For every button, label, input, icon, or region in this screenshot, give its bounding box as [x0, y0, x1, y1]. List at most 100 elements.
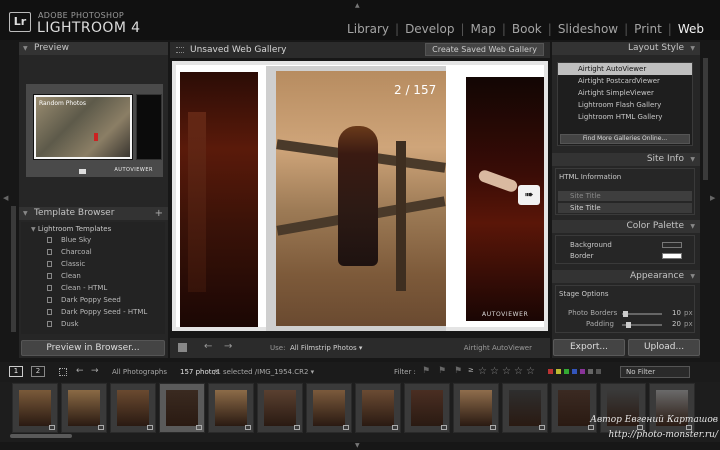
stop-icon[interactable] — [178, 343, 187, 352]
list-item[interactable]: Charcoal — [21, 246, 165, 258]
color-palette-header[interactable]: Color Palette ▼ — [552, 220, 700, 233]
star-icon[interactable]: ☆ — [526, 366, 535, 377]
star-icon[interactable]: ☆ — [478, 366, 487, 377]
filmstrip-thumbnail[interactable] — [110, 383, 156, 433]
filmstrip-thumbnail[interactable] — [502, 383, 548, 433]
star-icon[interactable]: ☆ — [502, 366, 511, 377]
arrow-right-icon[interactable]: → — [91, 366, 99, 376]
module-print[interactable]: Print — [628, 22, 668, 36]
preview-header-label: Preview — [34, 43, 70, 53]
source-label[interactable]: All Photographs — [112, 368, 167, 376]
background-color-swatch[interactable] — [662, 242, 682, 248]
arrow-right-icon[interactable]: → — [224, 341, 232, 352]
list-item[interactable]: Clean - HTML — [21, 282, 165, 294]
thumbnail-image — [215, 390, 247, 426]
list-item[interactable]: Clean — [21, 270, 165, 282]
style-item[interactable]: Airtight AutoViewer — [558, 63, 692, 75]
grid-view-icon[interactable] — [59, 368, 67, 376]
module-web[interactable]: Web — [672, 22, 710, 36]
preview-in-browser-button[interactable]: Preview in Browser... — [21, 340, 165, 356]
photo-borders-knob[interactable] — [623, 311, 628, 317]
filmstrip-thumbnail[interactable] — [306, 383, 352, 433]
list-item[interactable]: Dark Poppy Seed - HTML — [21, 306, 165, 318]
color-label-red[interactable] — [548, 369, 553, 374]
color-label-yellow[interactable] — [556, 369, 561, 374]
color-label-other[interactable] — [596, 369, 601, 374]
style-item[interactable]: Lightroom Flash Gallery — [558, 99, 692, 111]
photo-borders-slider[interactable] — [622, 313, 662, 315]
window-2-button[interactable]: 2 — [31, 366, 45, 377]
filmstrip-thumbnail[interactable] — [61, 383, 107, 433]
triangle-left-icon[interactable]: ◀ — [3, 194, 8, 202]
filmstrip-thumbnail[interactable] — [159, 383, 205, 433]
star-icon[interactable]: ☆ — [514, 366, 523, 377]
site-title-field[interactable]: Site Title — [558, 203, 692, 213]
filmstrip-thumbnail[interactable] — [355, 383, 401, 433]
template-doc-icon — [47, 273, 52, 279]
style-item[interactable]: Airtight PostcardViewer — [558, 75, 692, 87]
plus-icon[interactable]: + — [155, 207, 163, 220]
module-picker: Library | Develop | Map | Book | Slideshow | … — [341, 22, 710, 36]
module-develop[interactable]: Develop — [399, 22, 460, 36]
module-map[interactable]: Map — [465, 22, 502, 36]
color-label-blue[interactable] — [572, 369, 577, 374]
left-panel-scrollbar[interactable] — [11, 206, 16, 332]
module-slideshow[interactable]: Slideshow — [552, 22, 624, 36]
filter-label: Filter : — [394, 368, 416, 376]
flag-icon[interactable]: ⚑ — [422, 366, 430, 376]
photo-borders-label: Photo Borders — [568, 309, 618, 317]
triangle-down-icon[interactable]: ▼ — [355, 442, 360, 449]
triangle-up-icon[interactable]: ▲ — [355, 2, 360, 9]
site-info-header[interactable]: Site Info ▼ — [552, 153, 700, 166]
color-label-none[interactable] — [588, 369, 593, 374]
template-folder[interactable]: ▼ Lightroom Templates — [21, 222, 165, 234]
preview-panel-header[interactable]: ▼ Preview — [19, 42, 168, 55]
color-label-purple[interactable] — [580, 369, 585, 374]
style-item[interactable]: Lightroom HTML Gallery — [558, 111, 692, 123]
use-select[interactable]: All Filmstrip Photos ▾ — [290, 344, 362, 352]
template-label: Clean - HTML — [61, 284, 108, 292]
list-item[interactable]: Dusk — [21, 318, 165, 330]
border-color-swatch[interactable] — [662, 253, 682, 259]
create-saved-gallery-button[interactable]: Create Saved Web Gallery — [425, 43, 544, 56]
grip-icon — [176, 47, 184, 53]
flag-icon[interactable]: ⚑ — [438, 366, 446, 376]
upload-button[interactable]: Upload... — [628, 339, 700, 356]
preview-title: Random Photos — [39, 100, 86, 107]
padding-knob[interactable] — [626, 322, 631, 328]
site-title-placeholder[interactable]: Site Title — [558, 191, 692, 201]
previous-photo[interactable] — [180, 72, 258, 327]
right-panel-scrollbar[interactable] — [703, 58, 708, 180]
style-item[interactable]: Airtight SimpleViewer — [558, 87, 692, 99]
filmstrip-scrollbar[interactable] — [10, 434, 72, 438]
template-browser-header[interactable]: ▼ Template Browser + — [19, 207, 168, 220]
padding-unit: px — [684, 320, 693, 328]
module-library[interactable]: Library — [341, 22, 395, 36]
preview-figure — [94, 133, 98, 141]
layout-style-header[interactable]: Layout Style ▼ — [552, 42, 700, 55]
filmstrip-thumbnail[interactable] — [12, 383, 58, 433]
arrow-left-icon[interactable]: ← — [204, 341, 212, 352]
find-more-galleries-button[interactable]: Find More Galleries Online... — [560, 134, 690, 144]
arrow-left-icon[interactable]: ← — [76, 366, 84, 376]
photo-subject — [338, 126, 378, 266]
template-doc-icon — [47, 249, 52, 255]
filmstrip-thumbnail[interactable] — [453, 383, 499, 433]
list-item[interactable]: Classic — [21, 258, 165, 270]
filmstrip-thumbnail[interactable] — [404, 383, 450, 433]
filmstrip-thumbnail[interactable] — [208, 383, 254, 433]
color-label-green[interactable] — [564, 369, 569, 374]
triangle-right-icon[interactable]: ▶ — [710, 194, 715, 202]
window-1-button[interactable]: 1 — [9, 366, 23, 377]
flag-icon[interactable]: ⚑ — [454, 366, 462, 376]
selection-info[interactable]: /1 selected /IMG_1954.CR2 ▾ — [214, 368, 314, 376]
list-item[interactable]: Blue Sky — [21, 234, 165, 246]
filmstrip-thumbnail[interactable] — [257, 383, 303, 433]
module-book[interactable]: Book — [506, 22, 548, 36]
next-arrow-icon[interactable]: ➠ — [518, 185, 540, 205]
export-button[interactable]: Export... — [553, 339, 625, 356]
appearance-header[interactable]: Appearance ▼ — [552, 270, 700, 283]
filter-select[interactable]: No Filter — [620, 366, 690, 378]
list-item[interactable]: Dark Poppy Seed — [21, 294, 165, 306]
star-icon[interactable]: ☆ — [490, 366, 499, 377]
